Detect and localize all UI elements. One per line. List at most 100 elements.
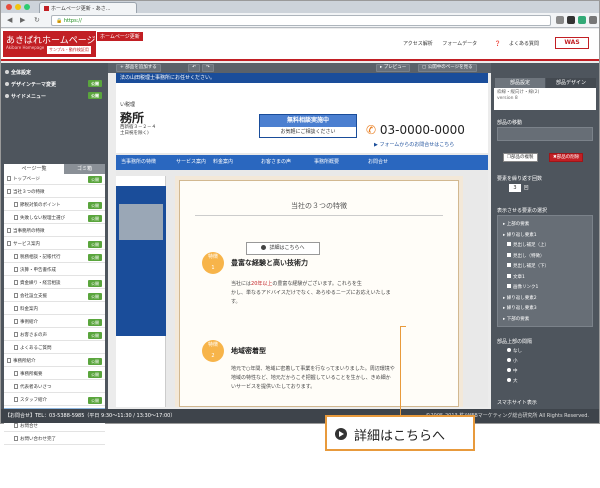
menu-icon[interactable] <box>589 16 597 24</box>
repeat-count-input[interactable]: 3 <box>509 184 521 192</box>
publish-badge[interactable]: 公開 <box>88 80 102 87</box>
redo-button[interactable]: ↷ <box>202 64 214 72</box>
minimize-window-icon[interactable] <box>15 4 21 10</box>
delete-part-button[interactable]: ✖部品の削除 <box>549 153 584 162</box>
element-label: 見出し（特徴） <box>513 253 545 259</box>
preview-button[interactable]: ▸ プレビュー <box>376 64 411 72</box>
margin-radio[interactable]: 小 <box>507 358 518 364</box>
page-list-item[interactable]: 決算・申告書作成 <box>4 265 105 276</box>
back-icon[interactable]: ◀ <box>7 16 12 25</box>
page-list-item[interactable]: 失敗しない税理士選び 公開 <box>4 213 105 224</box>
view-published-button[interactable]: ▢ 公開中のページを見る <box>418 64 477 72</box>
element-checkbox[interactable]: 見出し補足（下） <box>507 263 549 269</box>
tab-trash[interactable]: ゴミ箱 <box>64 164 105 174</box>
margin-radio[interactable]: なし <box>507 348 522 354</box>
faq-link[interactable]: ❓ よくある質問 <box>487 41 539 47</box>
free-consult-banner[interactable]: 無料相談実施中 お気軽にご相談ください <box>259 114 357 138</box>
app-logo[interactable]: あきばれホームページ Akibare Homepage サンプル・動作検証用 <box>3 31 96 57</box>
features-card[interactable]: 当社の３つの特徴 特徴 1 豊富な経験と高い技術力 当社には20年以上の豊富な経験… <box>179 180 459 407</box>
publish-button[interactable]: 公開 <box>88 358 102 365</box>
publish-button[interactable]: 公開 <box>88 176 102 183</box>
repeat-unit: 回 <box>524 186 529 191</box>
move-control[interactable] <box>497 127 593 141</box>
site-address: 西新宿３－２－４ 土日祝を除く) <box>120 125 156 137</box>
page-list-item[interactable]: 事例紹介 公開 <box>4 317 105 328</box>
page-list-item[interactable]: 代表者あいさつ <box>4 382 105 393</box>
publish-badge[interactable]: 公開 <box>88 92 102 99</box>
publish-button[interactable]: 公開 <box>88 280 102 287</box>
add-section-button[interactable]: + 部品を追加する <box>116 64 161 72</box>
side-menu-item[interactable]: サイドメニュー 公開 <box>1 90 108 101</box>
element-group[interactable]: ▸ 繰り返し要素2 <box>503 295 537 301</box>
element-checkbox[interactable]: 画像リンク1 <box>507 284 538 290</box>
publish-button[interactable]: 公開 <box>88 319 102 326</box>
page-list-item[interactable]: 当社３つの特徴 <box>4 187 105 198</box>
maximize-window-icon[interactable] <box>24 4 30 10</box>
page-list-item[interactable]: トップページ 公開 <box>4 174 105 185</box>
page-list-item[interactable]: 料金案内 <box>4 304 105 315</box>
element-group[interactable]: ▸ 上部の要素 <box>503 221 529 227</box>
browser-tab[interactable]: ホームページ更新 - あさ... <box>39 2 137 13</box>
site-nav-item[interactable]: お問合せ <box>368 155 388 170</box>
site-nav-item[interactable]: サービス案内 <box>176 155 206 170</box>
page-list-item[interactable]: お客さまの声 公開 <box>4 330 105 341</box>
element-checkbox[interactable]: 見出し（特徴） <box>507 252 545 259</box>
url-input[interactable]: 🔒 https:// <box>51 15 551 26</box>
publish-button[interactable]: 公開 <box>88 332 102 339</box>
page-list-item[interactable]: 資金繰り・経営相談 公開 <box>4 278 105 289</box>
page-list-item[interactable]: サービス案内 公開 <box>4 239 105 250</box>
show-elements-label: 表示させる要素の選択 <box>497 208 548 214</box>
margin-radio[interactable]: 大 <box>507 378 518 384</box>
site-nav-item[interactable]: 当事務所の特徴 <box>121 155 156 170</box>
access-analysis-link[interactable]: アクセス解析 <box>403 41 433 47</box>
radio-icon <box>507 348 511 352</box>
global-settings-item[interactable]: 全体設定 <box>1 66 108 77</box>
publish-button[interactable]: 公開 <box>88 215 102 222</box>
element-group[interactable]: ▸ 繰り返し要素3 <box>503 305 537 311</box>
page-list-item[interactable]: お問い合わせ完了 <box>4 434 105 445</box>
page-list-item[interactable]: 税務相談・記帳代行 公開 <box>4 252 105 263</box>
element-group[interactable]: ▸ 下部の要素 <box>503 316 529 322</box>
forward-icon[interactable]: ▶ <box>20 16 25 25</box>
element-checkbox[interactable]: 文章1 <box>507 273 525 280</box>
page-list-item[interactable]: 会社設立支援 公開 <box>4 291 105 302</box>
publish-button[interactable]: 公開 <box>88 397 102 404</box>
tab-page-list[interactable]: ページ一覧 <box>4 164 64 174</box>
reload-icon[interactable]: ↻ <box>34 16 40 25</box>
publish-button[interactable]: 公開 <box>88 202 102 209</box>
detail-button[interactable]: 詳細はこちらへ <box>246 242 320 255</box>
play-arrow-icon <box>335 428 347 440</box>
site-nav-item[interactable]: お客さまの声 <box>261 155 291 170</box>
copy-part-button[interactable]: ❐部品の複製 <box>503 153 538 162</box>
form-link[interactable]: ▶ フォームからのお問合せはこちら <box>374 141 454 148</box>
page-list-item[interactable]: 事務所概要 公開 <box>4 369 105 380</box>
page-list-item[interactable]: スタッフ紹介 公開 <box>4 395 105 406</box>
element-group[interactable]: ▸ 繰り返し要素1 <box>503 232 537 238</box>
undo-button[interactable]: ↶ <box>188 64 200 72</box>
form-data-link[interactable]: フォームデータ <box>442 41 477 47</box>
faq-link-label: よくある質問 <box>508 41 539 47</box>
page-list-item[interactable]: 当事務所の特徴 <box>4 226 105 237</box>
element-checkbox[interactable]: 見出し補足（上） <box>507 242 549 248</box>
site-nav-item[interactable]: 料金案内 <box>213 155 233 170</box>
publish-button[interactable]: 公開 <box>88 241 102 248</box>
design-theme-item[interactable]: デザインテーマ変更 公開 <box>1 78 108 89</box>
tab-title: ホームページ更新 - あさ... <box>51 6 111 12</box>
close-window-icon[interactable] <box>6 4 12 10</box>
publish-button[interactable]: 公開 <box>88 371 102 378</box>
tab-part-settings[interactable]: 部品設定 <box>495 78 545 88</box>
margin-radio[interactable]: 中 <box>507 368 518 374</box>
extension-icon[interactable] <box>567 16 575 24</box>
page-list-item[interactable]: 事務所紹介 公開 <box>4 356 105 367</box>
publish-button[interactable]: 公開 <box>88 254 102 261</box>
add-page-button[interactable]: ⊕ ページ追加 <box>4 461 105 469</box>
extension-icon[interactable] <box>578 16 586 24</box>
element-label: 見出し補足（上） <box>513 243 549 248</box>
page-icon <box>14 215 18 220</box>
site-nav-item[interactable]: 事務所概要 <box>314 155 339 170</box>
bookmark-star-icon[interactable] <box>556 16 564 24</box>
publish-button[interactable]: 公開 <box>88 293 102 300</box>
tab-part-design[interactable]: 部品デザイン <box>546 78 596 88</box>
page-list-item[interactable]: 節税対策のポイント 公開 <box>4 200 105 211</box>
page-list-item[interactable]: よくあるご質問 <box>4 343 105 354</box>
